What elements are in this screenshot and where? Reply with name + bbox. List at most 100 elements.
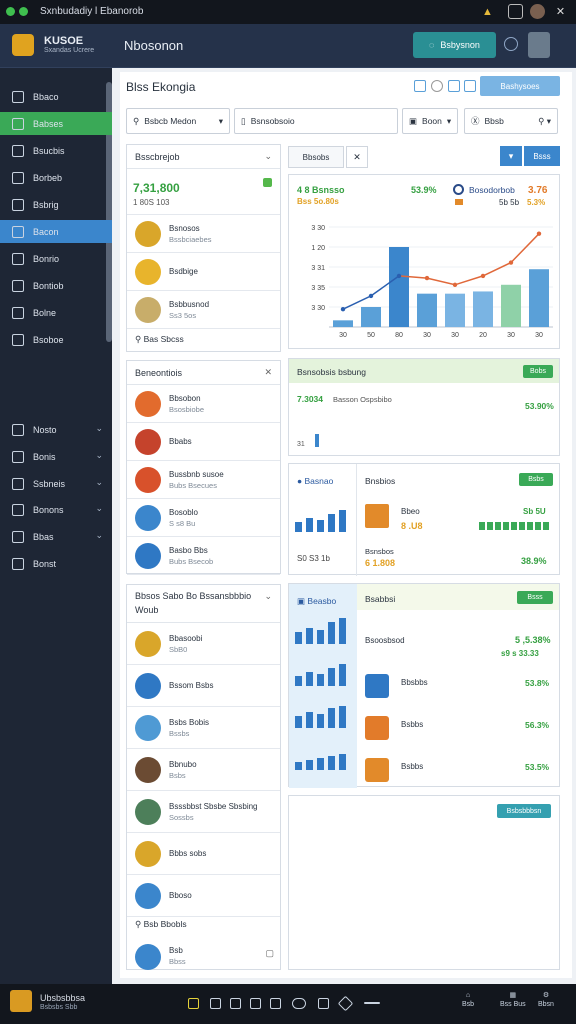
sidebar-item-bonis[interactable]: Bonis ⌄ — [0, 445, 112, 468]
close-icon[interactable]: ✕ — [264, 367, 272, 378]
status-filter[interactable]: ▣ Boon ▾ — [402, 108, 458, 134]
sidebar-item-bacon[interactable]: Bacon — [0, 220, 112, 243]
clock-icon[interactable] — [431, 80, 443, 92]
bell-icon[interactable]: ▲ — [480, 4, 495, 19]
sidebar-item-borbeb[interactable]: Borbeb — [0, 166, 112, 189]
sidebar-item-bonons[interactable]: Bonons ⌄ — [0, 498, 112, 521]
sidebar-item-ssbneis[interactable]: Ssbneis ⌄ — [0, 472, 112, 495]
page-action-button[interactable]: Bashysoes — [480, 76, 560, 96]
bar[interactable] — [417, 293, 437, 327]
sidebar-item-bonst[interactable]: Bonst — [0, 552, 112, 575]
sidebar-item-bonrio[interactable]: Bonrio — [0, 247, 112, 270]
help-icon[interactable] — [504, 37, 518, 51]
chevron-down-icon[interactable]: ⌄ — [95, 503, 103, 514]
list-item[interactable]: Bsssbbst Sbsbe Sbsbing Sossbs — [127, 791, 280, 833]
list-item[interactable]: Bussbnb susoe Bubs Bsecues — [127, 461, 280, 499]
tray-item[interactable]: ⚙ Bbsn — [538, 991, 554, 1009]
window-control[interactable] — [19, 7, 28, 16]
list-item[interactable]: Bbbs sobs — [127, 833, 280, 875]
edit-icon[interactable] — [270, 998, 281, 1009]
list-item[interactable]: Bboso — [127, 875, 280, 917]
tag-icon[interactable] — [337, 995, 354, 1012]
grid-icon[interactable] — [414, 80, 426, 92]
list-item[interactable]: Bsnosos Bssbciaebes — [127, 215, 280, 253]
data-point[interactable] — [480, 273, 486, 279]
list-item[interactable]: Bsb Bbss ▢ — [127, 940, 280, 970]
chevron-down-icon[interactable]: ⌄ — [95, 477, 103, 488]
sidebar-item-nosto[interactable]: Nosto ⌄ — [0, 418, 112, 441]
list-icon[interactable] — [448, 80, 460, 92]
header-action-button[interactable]: ◌ Bsbysnon — [413, 32, 496, 58]
data-point[interactable] — [396, 273, 402, 279]
chevron-down-icon[interactable]: ⌄ — [95, 423, 103, 434]
sidebar-item-bbas[interactable]: Bbas ⌄ — [0, 525, 112, 548]
footer-label[interactable]: ⚲ Bas Sbcss — [135, 334, 184, 345]
search-filter[interactable]: ⚲ Bsbcb Medon ▾ — [126, 108, 230, 134]
data-point[interactable] — [536, 231, 542, 236]
sidebar-item-bolne[interactable]: Bolne — [0, 301, 112, 324]
minus-icon[interactable] — [364, 1002, 380, 1004]
list-item[interactable]: Bbsobon Bsosbiobe — [127, 385, 280, 423]
bar[interactable] — [473, 291, 493, 327]
list-item[interactable]: Bbabs — [127, 423, 280, 461]
data-point[interactable] — [508, 260, 514, 265]
list-item[interactable]: Bsbs Bobis Bssbs — [127, 707, 280, 749]
square-icon[interactable]: ▢ — [265, 948, 274, 959]
item-subtitle: Bsbs — [169, 771, 186, 780]
empty-card-button[interactable]: Bsbsbbbsn — [497, 804, 551, 818]
list-item[interactable]: Bsbbusnod Ss3 5os — [127, 291, 280, 329]
avatar[interactable] — [530, 4, 545, 19]
bar[interactable] — [389, 247, 409, 327]
footer-label[interactable]: ⚲ Bsb Bbobls — [135, 919, 187, 930]
date-filter[interactable]: Ⓧ Bbsb ⚲ ▾ — [464, 108, 558, 134]
taskbar-app[interactable]: Ubsbsbbsa Bsbsbs Sbb — [40, 993, 85, 1013]
data-point[interactable] — [340, 307, 346, 312]
link-icon[interactable] — [292, 998, 306, 1009]
home-icon[interactable] — [188, 998, 199, 1009]
chevron-down-icon[interactable]: ⌄ — [264, 151, 272, 162]
box-icon: ▣ — [297, 596, 308, 606]
image-icon[interactable] — [250, 998, 261, 1009]
bar[interactable] — [445, 293, 465, 327]
data-point[interactable] — [452, 282, 458, 287]
data-point[interactable] — [368, 293, 374, 299]
bar[interactable] — [529, 269, 549, 327]
data-point[interactable] — [424, 275, 430, 281]
window-control[interactable] — [6, 7, 15, 16]
bar[interactable] — [361, 307, 381, 327]
sidebar-item-babses[interactable]: Babses — [0, 112, 112, 135]
chevron-down-icon[interactable]: ⌄ — [264, 591, 272, 602]
grid-icon[interactable] — [230, 998, 241, 1009]
item-label: Bsbbs — [401, 762, 424, 771]
list-item[interactable]: Basbo Bbs Bubs Bsecob — [127, 537, 280, 575]
bar[interactable] — [501, 284, 521, 327]
layout-icon[interactable] — [464, 80, 476, 92]
tray-item[interactable]: ⌂ Bsb — [462, 991, 474, 1009]
document-filter[interactable]: ▯ Bsnsobsoio — [234, 108, 398, 134]
bar[interactable] — [333, 320, 353, 327]
chevron-down-icon[interactable]: ⌄ — [95, 530, 103, 541]
sidebar-item-bontiob[interactable]: Bontiob — [0, 274, 112, 297]
list-item[interactable]: Bbasoobi SbB0 — [127, 623, 280, 665]
doc-icon[interactable] — [210, 998, 221, 1009]
list-item[interactable]: Bsdbige — [127, 253, 280, 291]
sidebar-item-bsoboe[interactable]: Bsoboe — [0, 328, 112, 351]
sidebar-item-label: Bonis — [33, 451, 56, 462]
chevron-down-icon[interactable]: ⌄ — [95, 450, 103, 461]
list-item[interactable]: Bbnubo Bsbs — [127, 749, 280, 791]
user-avatar[interactable] — [528, 32, 550, 58]
mail-icon[interactable] — [318, 998, 329, 1009]
filter-icon[interactable]: ▾ — [500, 146, 522, 166]
close-icon[interactable]: ✕ — [346, 146, 368, 168]
chart-tab[interactable]: Bbsobs — [288, 146, 344, 168]
sidebar-item-bsucbis[interactable]: Bsucbis — [0, 139, 112, 162]
list-item[interactable]: Bssom Bsbs — [127, 665, 280, 707]
chart-icon — [12, 306, 24, 319]
chart-button[interactable]: Bsss — [524, 146, 560, 166]
close-icon[interactable]: ✕ — [553, 4, 568, 19]
tray-item[interactable]: ▦ Bss Bus — [500, 991, 526, 1009]
list-item[interactable]: Bosoblo S s8 Bu — [127, 499, 280, 537]
sidebar-item-bbaco[interactable]: Bbaco — [0, 85, 112, 108]
sidebar-item-bsbrig[interactable]: Bsbrig — [0, 193, 112, 216]
square-icon[interactable] — [508, 4, 523, 19]
